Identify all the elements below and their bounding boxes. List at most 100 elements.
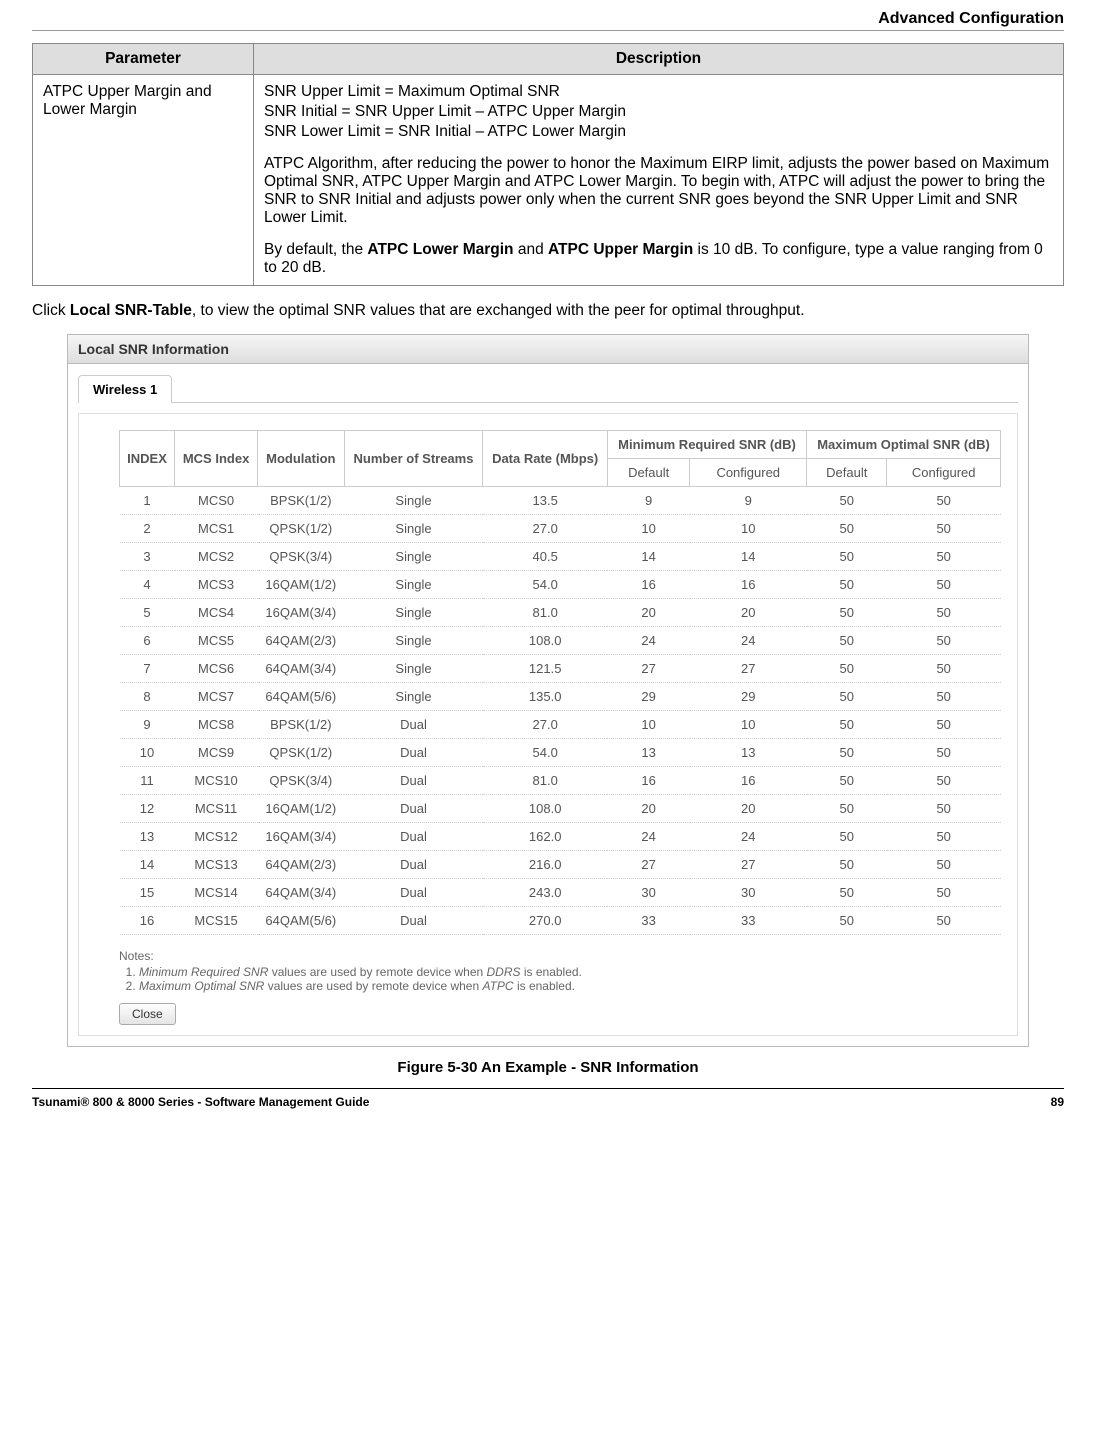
table-row: 6MCS564QAM(2/3)Single108.024245050 [120,627,1001,655]
table-cell: 50 [887,907,1001,935]
table-row: 3MCS2QPSK(3/4)Single40.514145050 [120,543,1001,571]
table-row: 5MCS416QAM(3/4)Single81.020205050 [120,599,1001,627]
close-button[interactable]: Close [119,1003,176,1025]
table-cell: 13 [690,739,807,767]
table-cell: 50 [887,487,1001,515]
table-cell: 27 [690,851,807,879]
table-cell: 81.0 [483,599,607,627]
table-cell: Dual [344,879,483,907]
table-cell: 50 [887,879,1001,907]
table-cell: 54.0 [483,739,607,767]
instruction-paragraph: Click Local SNR-Table, to view the optim… [32,302,1064,320]
table-cell: QPSK(1/2) [258,515,345,543]
table-row: 9MCS8BPSK(1/2)Dual27.010105050 [120,711,1001,739]
table-row: 7MCS664QAM(3/4)Single121.527275050 [120,655,1001,683]
table-cell: 50 [807,487,887,515]
table-cell: 12 [120,795,175,823]
table-cell: 50 [887,851,1001,879]
table-cell: 81.0 [483,767,607,795]
tab-bar: Wireless 1 [78,374,1018,403]
table-cell: Dual [344,711,483,739]
table-cell: MCS13 [175,851,258,879]
tab-wireless-1[interactable]: Wireless 1 [78,375,172,403]
table-cell: Single [344,515,483,543]
table-cell: 13.5 [483,487,607,515]
table-cell: 27 [690,655,807,683]
table-cell: 50 [807,851,887,879]
table-cell: 14 [690,543,807,571]
table-cell: 64QAM(3/4) [258,879,345,907]
table-cell: 50 [807,711,887,739]
table-cell: 10 [607,711,690,739]
table-cell: 108.0 [483,627,607,655]
th-min-default: Default [607,459,690,487]
table-cell: Single [344,655,483,683]
table-cell: 9 [120,711,175,739]
table-cell: MCS4 [175,599,258,627]
table-cell: MCS7 [175,683,258,711]
table-cell: 64QAM(3/4) [258,655,345,683]
figure-caption: Figure 5-30 An Example - SNR Information [32,1059,1064,1076]
table-row: 14MCS1364QAM(2/3)Dual216.027275050 [120,851,1001,879]
desc-para2: By default, the ATPC Lower Margin and AT… [264,241,1053,277]
table-cell: 50 [807,823,887,851]
table-cell: 54.0 [483,571,607,599]
parameter-row: ATPC Upper Margin and Lower Margin SNR U… [33,75,1064,286]
table-cell: 16 [120,907,175,935]
table-cell: 50 [807,655,887,683]
table-cell: Single [344,487,483,515]
table-row: 11MCS10QPSK(3/4)Dual81.016165050 [120,767,1001,795]
table-cell: MCS15 [175,907,258,935]
table-cell: 50 [887,515,1001,543]
table-cell: 29 [607,683,690,711]
footer-left: Tsunami® 800 & 8000 Series - Software Ma… [32,1095,369,1109]
table-cell: 50 [887,543,1001,571]
table-row: 13MCS1216QAM(3/4)Dual162.024245050 [120,823,1001,851]
table-cell: 162.0 [483,823,607,851]
table-cell: 50 [807,767,887,795]
table-row: 8MCS764QAM(5/6)Single135.029295050 [120,683,1001,711]
table-cell: QPSK(1/2) [258,739,345,767]
tab-content: INDEX MCS Index Modulation Number of Str… [78,413,1018,1036]
table-cell: 33 [607,907,690,935]
table-cell: Dual [344,739,483,767]
table-row: 2MCS1QPSK(1/2)Single27.010105050 [120,515,1001,543]
table-cell: 30 [690,879,807,907]
table-cell: 13 [120,823,175,851]
table-cell: 27 [607,655,690,683]
table-cell: 27 [607,851,690,879]
table-cell: 5 [120,599,175,627]
table-cell: MCS11 [175,795,258,823]
table-cell: 50 [887,571,1001,599]
table-cell: 40.5 [483,543,607,571]
modal-body: Wireless 1 INDEX MCS Index Modulation Nu… [68,364,1028,1046]
table-cell: 16 [607,767,690,795]
table-cell: 50 [887,767,1001,795]
table-cell: 16QAM(1/2) [258,571,345,599]
table-cell: Dual [344,767,483,795]
table-cell: 8 [120,683,175,711]
footer-page-number: 89 [1051,1095,1064,1109]
param-name: ATPC Upper Margin and Lower Margin [33,75,254,286]
table-cell: 243.0 [483,879,607,907]
table-cell: 270.0 [483,907,607,935]
table-cell: 10 [690,515,807,543]
table-cell: 1 [120,487,175,515]
table-cell: 14 [607,543,690,571]
table-cell: Single [344,543,483,571]
table-row: 12MCS1116QAM(1/2)Dual108.020205050 [120,795,1001,823]
table-cell: 16QAM(3/4) [258,823,345,851]
table-cell: QPSK(3/4) [258,767,345,795]
table-cell: MCS14 [175,879,258,907]
table-cell: 20 [690,599,807,627]
desc-line2: SNR Initial = SNR Upper Limit – ATPC Upp… [264,103,1053,121]
table-cell: 2 [120,515,175,543]
table-cell: 16QAM(3/4) [258,599,345,627]
table-cell: 10 [607,515,690,543]
table-cell: 50 [887,823,1001,851]
table-cell: 50 [887,795,1001,823]
header-divider [32,30,1064,31]
note-2: Maximum Optimal SNR values are used by r… [139,979,1001,993]
table-cell: 27.0 [483,711,607,739]
table-cell: Dual [344,795,483,823]
